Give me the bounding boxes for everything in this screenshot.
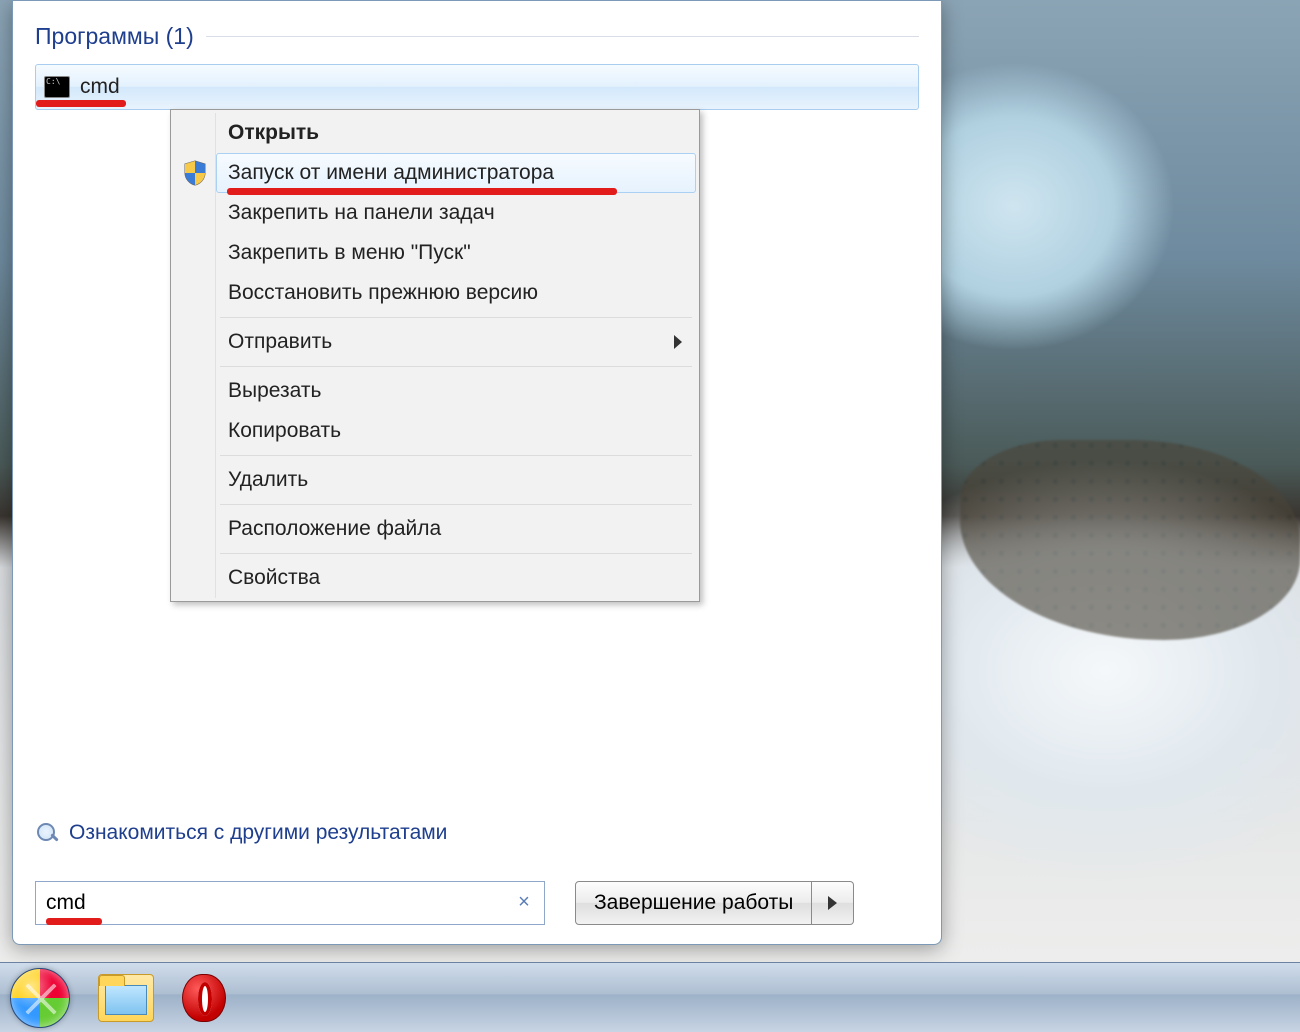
search-input[interactable]: [46, 891, 514, 915]
start-menu-search-panel: Программы (1) cmd Открыть Запуск от имен…: [12, 0, 942, 945]
results-section-title: Программы (1): [35, 23, 194, 50]
taskbar-icon-explorer[interactable]: [98, 974, 154, 1022]
magnifier-icon: [35, 821, 59, 845]
menu-item-run-as-admin[interactable]: Запуск от имени администратора: [216, 153, 696, 193]
search-box[interactable]: ×: [35, 881, 545, 925]
menu-item-label: Удалить: [228, 468, 308, 492]
more-results-label: Ознакомиться с другими результатами: [69, 821, 447, 845]
menu-item-label: Восстановить прежнюю версию: [228, 281, 538, 305]
clear-icon[interactable]: ×: [514, 893, 534, 913]
menu-item-copy[interactable]: Копировать: [216, 411, 696, 451]
shutdown-options-button[interactable]: [812, 881, 854, 925]
results-section-header: Программы (1): [35, 23, 919, 50]
menu-item-properties[interactable]: Свойства: [216, 558, 696, 598]
menu-separator: [220, 317, 692, 318]
menu-item-label: Расположение файла: [228, 517, 441, 541]
menu-item-label: Закрепить в меню "Пуск": [228, 241, 471, 265]
menu-item-send-to[interactable]: Отправить: [216, 322, 696, 362]
context-menu: Открыть Запуск от имени администратора З…: [170, 109, 700, 602]
cmd-icon: [44, 76, 70, 98]
menu-item-delete[interactable]: Удалить: [216, 460, 696, 500]
start-menu-bottom-row: × Завершение работы: [35, 881, 919, 925]
menu-item-label: Копировать: [228, 419, 341, 443]
taskbar-icon-opera[interactable]: [182, 974, 226, 1022]
menu-separator: [220, 455, 692, 456]
menu-separator: [220, 553, 692, 554]
menu-item-cut[interactable]: Вырезать: [216, 371, 696, 411]
start-button[interactable]: [10, 968, 70, 1028]
shutdown-split-button: Завершение работы: [575, 881, 854, 925]
menu-item-open[interactable]: Открыть: [216, 113, 696, 153]
menu-item-file-location[interactable]: Расположение файла: [216, 509, 696, 549]
menu-item-label: Отправить: [228, 330, 332, 354]
menu-item-label: Вырезать: [228, 379, 321, 403]
search-result-label: cmd: [80, 75, 120, 99]
menu-separator: [220, 366, 692, 367]
shutdown-label: Завершение работы: [594, 891, 793, 915]
divider: [206, 36, 919, 37]
menu-item-pin-start[interactable]: Закрепить в меню "Пуск": [216, 233, 696, 273]
shield-icon: [183, 160, 207, 186]
menu-item-label: Открыть: [228, 121, 319, 145]
chevron-right-icon: [828, 896, 837, 910]
shutdown-button[interactable]: Завершение работы: [575, 881, 812, 925]
menu-item-restore-previous[interactable]: Восстановить прежнюю версию: [216, 273, 696, 313]
more-results-link[interactable]: Ознакомиться с другими результатами: [35, 821, 447, 845]
taskbar: [0, 962, 1300, 1032]
menu-item-label: Закрепить на панели задач: [228, 201, 495, 225]
menu-separator: [220, 504, 692, 505]
chevron-right-icon: [674, 335, 682, 349]
annotation-underline: [46, 918, 102, 925]
menu-item-label: Свойства: [228, 566, 320, 590]
menu-item-label: Запуск от имени администратора: [228, 161, 554, 185]
menu-item-pin-taskbar[interactable]: Закрепить на панели задач: [216, 193, 696, 233]
search-result-cmd[interactable]: cmd: [35, 64, 919, 110]
